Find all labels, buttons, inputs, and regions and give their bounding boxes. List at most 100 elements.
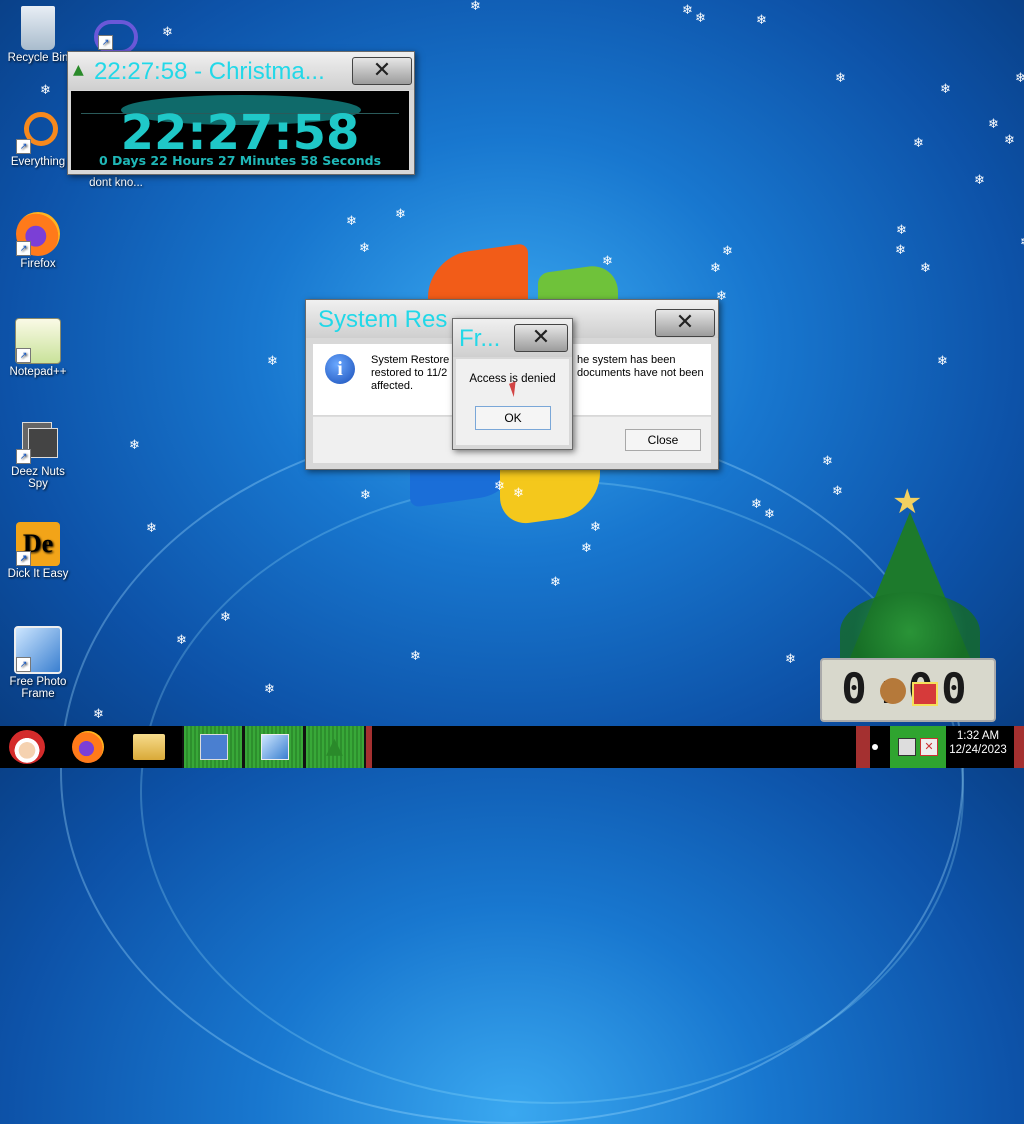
tray-time: 1:32 AM (956, 730, 1000, 742)
snowflake-icon: ❄ (1015, 71, 1024, 86)
snowflake-icon: ❄ (40, 83, 51, 98)
snowflake-icon: ❄ (346, 214, 357, 229)
desktop-icon-label: Everything (10, 156, 66, 168)
taskbar-firefox[interactable] (64, 726, 112, 768)
countdown-title: 22:27:58 - Christma... (94, 58, 325, 85)
infinity-icon: ↗ (94, 20, 138, 54)
snowflake-icon: ❄ (93, 707, 104, 722)
close-button[interactable]: ✕ (514, 324, 568, 352)
close-dialog-button[interactable]: Close (625, 429, 701, 451)
desktop-icon-label: Dick It Easy (7, 568, 69, 580)
tray-date: 12/24/2023 (949, 744, 1007, 756)
tree-clock-digits: 0:00 (841, 664, 975, 713)
photo-frame-icon: ↗ (14, 626, 62, 674)
snowflake-icon: ❄ (395, 207, 406, 222)
system-restore-icon (200, 734, 228, 760)
error-title: Fr... (459, 325, 501, 352)
shortcut-arrow-icon: ↗ (16, 348, 31, 363)
snowflake-icon: ❄ (267, 354, 278, 369)
network-icon (898, 738, 916, 756)
teddy-bear-icon (880, 678, 906, 704)
volume-muted-icon: ✕ (920, 738, 938, 756)
ok-button[interactable]: OK (475, 406, 551, 430)
snowflake-icon: ❄ (913, 136, 924, 151)
desktop-icon-label: Firefox (20, 258, 56, 270)
show-desktop-button[interactable] (1014, 726, 1024, 768)
close-button[interactable]: ✕ (352, 57, 412, 85)
snowflake-icon: ❄ (360, 488, 371, 503)
snowflake-icon: ❄ (940, 82, 951, 97)
stacked-windows-icon: ↗ (16, 420, 60, 464)
start-button[interactable] (0, 726, 54, 768)
tray-left-marker (856, 726, 870, 768)
desktop-icon-recycle-bin[interactable]: Recycle Bin (0, 6, 76, 64)
taskbar-app-countdown[interactable]: ▲ (304, 726, 366, 768)
snowflake-icon: ❄ (974, 173, 985, 188)
snowflake-icon: ❄ (359, 241, 370, 256)
close-button[interactable]: ✕ (655, 309, 715, 337)
access-denied-dialog[interactable]: Fr... ✕ Access is denied OK (452, 318, 573, 450)
desktop-icon-label: dont kno... (89, 177, 143, 189)
firefox-icon: ↗ (16, 212, 60, 256)
shortcut-arrow-icon: ↗ (16, 551, 31, 566)
desktop-icon-free-photo-frame[interactable]: ↗ Free Photo Frame (0, 626, 76, 700)
desktop-icon-label: Notepad++ (9, 366, 67, 378)
restore-message-right-1: he system has been (577, 354, 676, 366)
snowflake-icon: ❄ (1004, 133, 1015, 148)
recycle-bin-icon (21, 6, 55, 50)
snowflake-icon: ❄ (896, 223, 907, 238)
snowflake-icon: ❄ (920, 261, 931, 276)
tree-clock: 0:00 (820, 658, 996, 722)
taskbar-app-photo[interactable] (243, 726, 305, 768)
restore-message-3: affected. (371, 380, 413, 392)
folder-icon (133, 734, 165, 760)
restore-message-left-1: System Restore (371, 354, 450, 366)
snowflake-icon: ❄ (513, 486, 524, 501)
snowflake-icon: ❄ (822, 454, 833, 469)
snowflake-icon: ❄ (710, 261, 721, 276)
countdown-titlebar[interactable]: ▲ 22:27:58 - Christma... ✕ (68, 52, 414, 90)
tree-icon: ▲ (73, 62, 84, 78)
snowflake-icon: ❄ (470, 0, 481, 14)
snowflake-icon: ❄ (835, 71, 846, 86)
countdown-display: 22:27:58 0 Days 22 Hours 27 Minutes 58 S… (71, 91, 409, 170)
snowflake-icon: ❄ (988, 117, 999, 132)
snowflake-icon: ❄ (129, 438, 140, 453)
desktop-icon-everything[interactable]: ↗ Everything (0, 110, 76, 168)
gift-icon (912, 682, 938, 706)
shortcut-arrow-icon: ↗ (98, 35, 113, 50)
notepadpp-icon: ↗ (15, 318, 61, 364)
taskbar-explorer[interactable] (124, 726, 174, 768)
tray-clock[interactable]: 1:32 AM 12/24/2023 (946, 730, 1010, 756)
tray-dot (872, 744, 878, 750)
desktop-icon-deez-nuts-spy[interactable]: ↗ Deez Nuts Spy (0, 420, 76, 490)
countdown-window[interactable]: ▲ 22:27:58 - Christma... ✕ 22:27:58 0 Da… (67, 51, 415, 175)
firefox-icon (72, 731, 104, 763)
desktop-icon-dick-it-easy[interactable]: De ↗ Dick It Easy (0, 522, 76, 580)
christmas-tree-widget[interactable]: ★ 0:00 (820, 482, 1020, 722)
taskbar: ▲ ✕ 1:32 AM 12/24/2023 (0, 726, 1024, 768)
desktop-icon-firefox[interactable]: ↗ Firefox (0, 212, 76, 270)
desktop-icon-notepadpp[interactable]: ↗ Notepad++ (0, 318, 76, 378)
snowflake-icon: ❄ (264, 682, 275, 697)
shortcut-arrow-icon: ↗ (16, 657, 31, 672)
everything-search-icon: ↗ (16, 110, 60, 154)
snowflake-icon: ❄ (550, 575, 561, 590)
snowflake-icon: ❄ (220, 610, 231, 625)
restore-title: System Res (318, 306, 448, 333)
photo-frame-icon (261, 734, 289, 760)
taskbar-app-restore[interactable] (182, 726, 244, 768)
tray-icons[interactable]: ✕ (890, 726, 946, 768)
snowflake-icon: ❄ (756, 13, 767, 28)
restore-message-left-2: restored to 11/2 (371, 367, 448, 379)
snowflake-icon: ❄ (162, 25, 173, 40)
de-app-icon: De ↗ (16, 522, 60, 566)
error-titlebar[interactable]: Fr... ✕ (453, 319, 572, 357)
snowflake-icon: ❄ (785, 652, 796, 667)
snowflake-icon: ❄ (895, 243, 906, 258)
snowflake-icon: ❄ (581, 541, 592, 556)
snowflake-icon: ❄ (682, 3, 693, 18)
snowflake-icon: ❄ (590, 520, 601, 535)
snowflake-icon: ❄ (176, 633, 187, 648)
desktop-icon-dont-know-label[interactable]: dont kno... (78, 177, 154, 189)
